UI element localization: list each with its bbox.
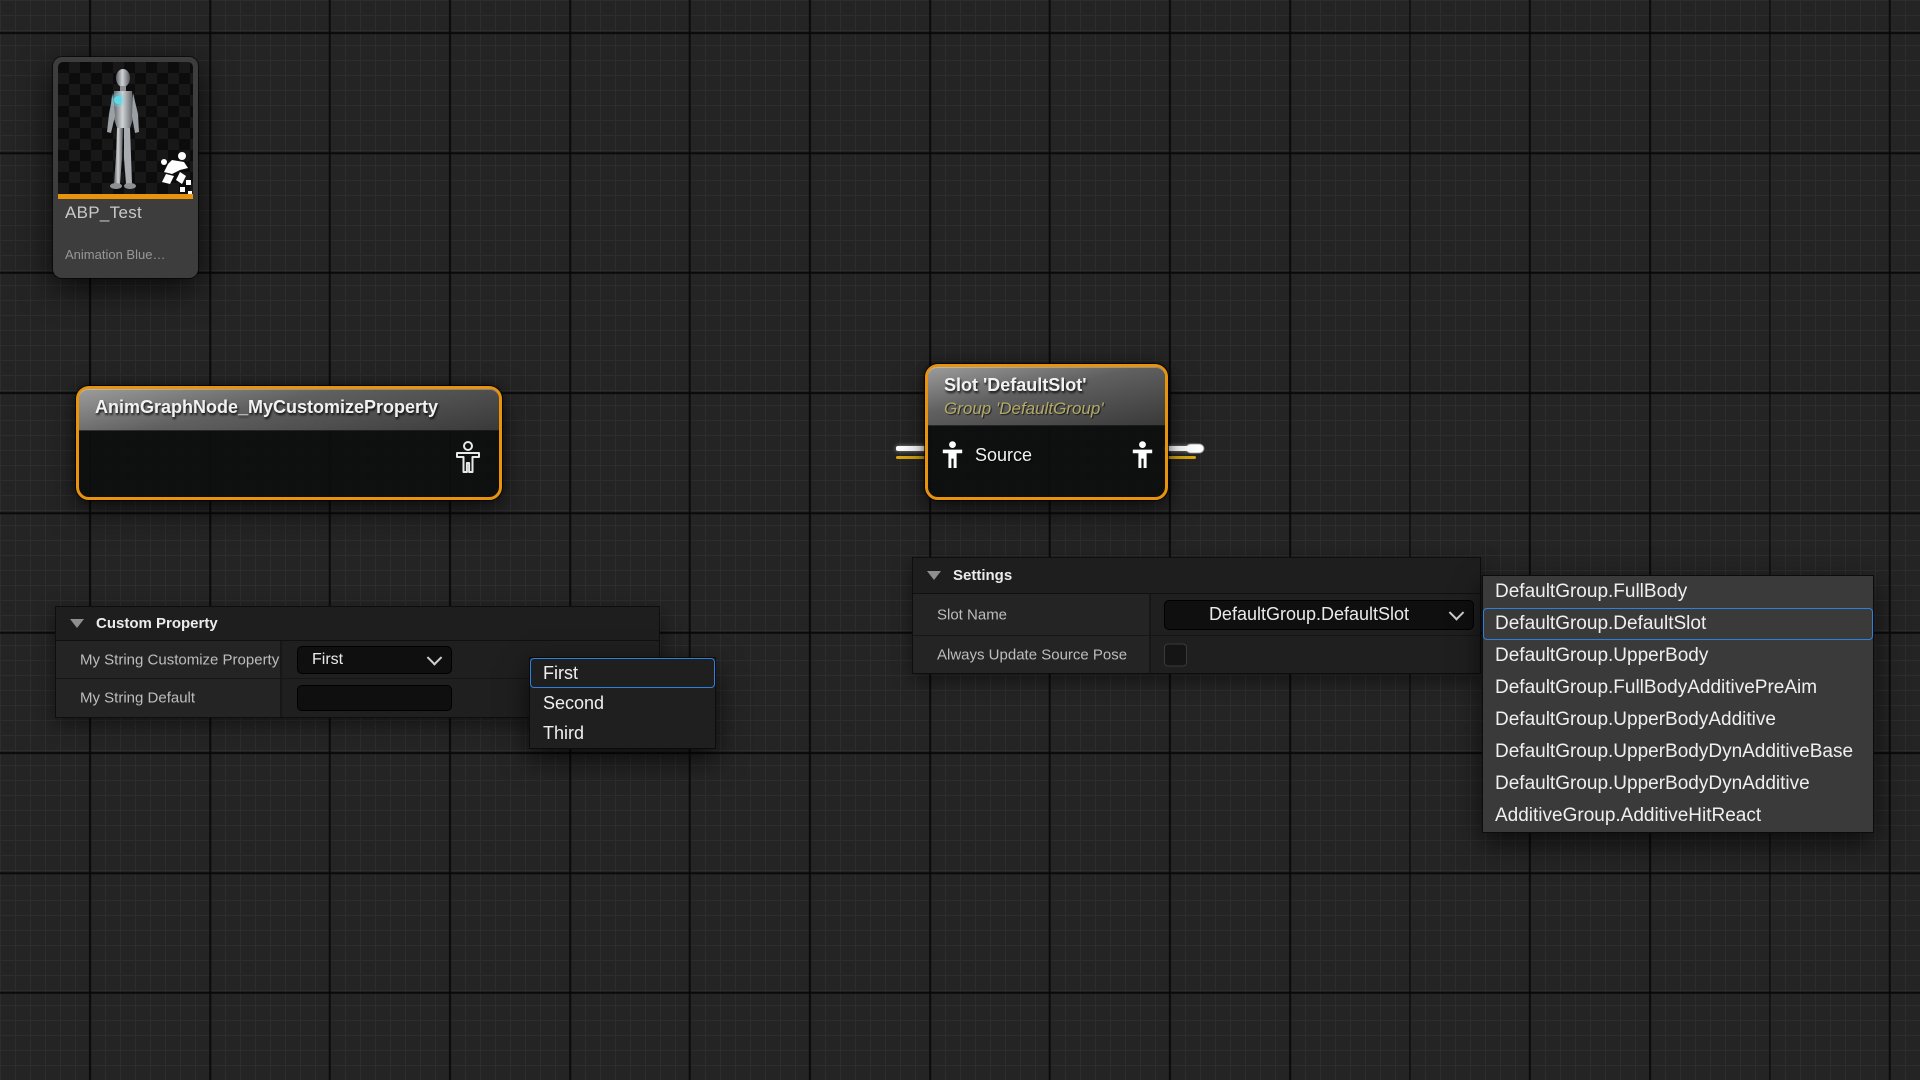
expander-triangle-icon: [927, 571, 941, 580]
source-pin-label: Source: [975, 445, 1032, 466]
chevron-down-icon: [1449, 605, 1465, 621]
slot-name-combo[interactable]: DefaultGroup.DefaultSlot: [1164, 600, 1474, 630]
pose-wire-left-white[interactable]: [896, 446, 927, 451]
output-pose-pin-icon[interactable]: [1132, 441, 1153, 469]
node-title: Slot 'DefaultSlot': [944, 375, 1149, 396]
string-dropdown-popup: First Second Third: [529, 657, 716, 749]
dropdown-item[interactable]: DefaultGroup.UpperBodyAdditive: [1483, 704, 1873, 736]
dropdown-item[interactable]: DefaultGroup.UpperBodyDynAdditiveBase: [1483, 736, 1873, 768]
dropdown-item[interactable]: DefaultGroup.UpperBody: [1483, 640, 1873, 672]
combo-value: First: [312, 651, 343, 669]
node-subtitle: Group 'DefaultGroup': [944, 399, 1149, 419]
node-header: Slot 'DefaultSlot' Group 'DefaultGroup': [928, 367, 1165, 426]
column-splitter[interactable]: [280, 641, 282, 678]
node-anim-graph-custom[interactable]: AnimGraphNode_MyCustomizeProperty: [76, 386, 502, 500]
row-slot-name: Slot Name DefaultGroup.DefaultSlot: [913, 594, 1480, 636]
dropdown-item[interactable]: DefaultGroup.FullBody: [1483, 576, 1873, 608]
chevron-down-icon: [427, 650, 443, 666]
animation-blueprint-badge-icon: [152, 150, 196, 196]
combo-value: DefaultGroup.DefaultSlot: [1209, 604, 1409, 625]
my-string-default-input[interactable]: [297, 685, 452, 711]
property-label: My String Default: [80, 690, 195, 707]
pose-wire-right-yellow[interactable]: [1164, 456, 1196, 459]
pose-wire-endpoint[interactable]: [1186, 444, 1204, 453]
node-slot-defaultslot[interactable]: Slot 'DefaultSlot' Group 'DefaultGroup' …: [925, 364, 1168, 500]
asset-card-abp-test[interactable]: ABP_Test Animation Blue…: [53, 57, 198, 278]
column-splitter[interactable]: [1149, 594, 1151, 635]
asset-title: ABP_Test: [65, 203, 142, 223]
node-title: AnimGraphNode_MyCustomizeProperty: [95, 397, 483, 418]
dropdown-item[interactable]: DefaultGroup.UpperBodyDynAdditive: [1483, 768, 1873, 800]
dropdown-item[interactable]: AdditiveGroup.AdditiveHitReact: [1483, 800, 1873, 832]
panel-title: Settings: [953, 567, 1012, 584]
graph-canvas[interactable]: ABP_Test Animation Blue… AnimGraphNode_M…: [0, 0, 1920, 1080]
mannequin-figure: [90, 66, 160, 194]
custom-property-header[interactable]: Custom Property: [56, 607, 659, 641]
output-pose-pin-icon[interactable]: [455, 441, 481, 475]
asset-thumbnail: [58, 62, 193, 194]
property-label: Always Update Source Pose: [937, 646, 1127, 663]
row-always-update-source-pose: Always Update Source Pose: [913, 636, 1480, 673]
slot-name-dropdown-popup: DefaultGroup.FullBody DefaultGroup.Defau…: [1482, 575, 1874, 833]
dropdown-item[interactable]: DefaultGroup.FullBodyAdditivePreAim: [1483, 672, 1873, 704]
always-update-source-pose-checkbox[interactable]: [1164, 643, 1187, 666]
panel-title: Custom Property: [96, 615, 218, 632]
settings-header[interactable]: Settings: [913, 558, 1480, 594]
column-splitter[interactable]: [1149, 636, 1151, 673]
settings-panel: Settings Slot Name DefaultGroup.DefaultS…: [912, 557, 1481, 674]
dropdown-item[interactable]: Second: [530, 688, 715, 718]
pose-wire-left-yellow[interactable]: [896, 456, 927, 459]
column-splitter[interactable]: [280, 679, 282, 717]
source-pose-pin-icon[interactable]: [942, 441, 963, 469]
value-column-bg: [1151, 636, 1480, 673]
property-label: My String Customize Property: [80, 651, 279, 668]
my-string-customize-property-combo[interactable]: First: [297, 646, 452, 674]
dropdown-item[interactable]: First: [530, 658, 715, 688]
asset-type-label: Animation Blue…: [65, 247, 165, 262]
property-label: Slot Name: [937, 606, 1007, 623]
asset-accent-bar: [58, 194, 193, 199]
expander-triangle-icon: [70, 619, 84, 628]
dropdown-item[interactable]: DefaultGroup.DefaultSlot: [1483, 608, 1873, 640]
node-header: AnimGraphNode_MyCustomizeProperty: [79, 389, 499, 431]
dropdown-item[interactable]: Third: [530, 718, 715, 748]
